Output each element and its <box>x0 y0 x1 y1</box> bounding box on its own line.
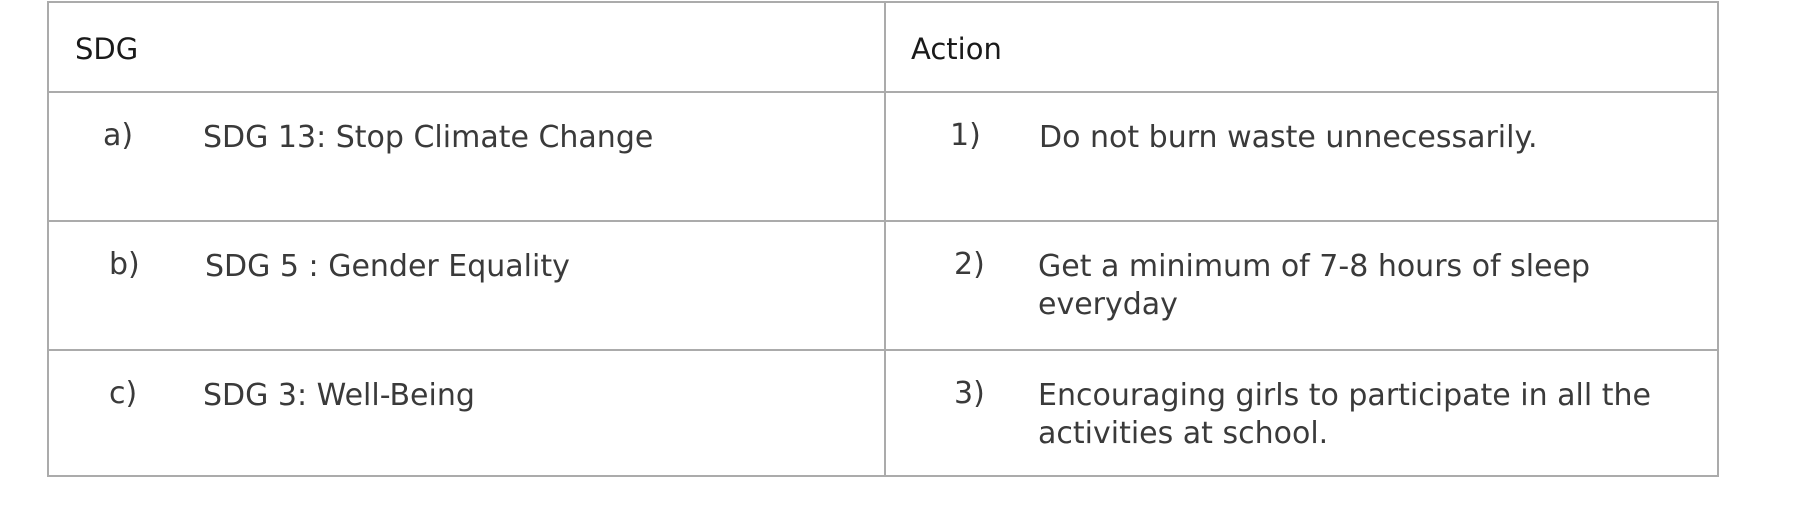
sdg-marker: a) <box>103 118 134 153</box>
header-sdg: SDG <box>75 32 139 66</box>
row-divider <box>49 220 1717 222</box>
row-divider <box>49 349 1717 351</box>
sdg-cell: SDG 13: Stop Climate Change <box>203 120 654 155</box>
sdg-action-table: SDG Action a) SDG 13: Stop Climate Chang… <box>47 1 1719 477</box>
sdg-marker: b) <box>109 247 140 282</box>
sdg-marker: c) <box>109 376 138 411</box>
action-marker: 2) <box>954 247 985 282</box>
action-marker: 3) <box>954 376 985 411</box>
column-divider <box>884 3 886 475</box>
sdg-cell: SDG 5 : Gender Equality <box>205 249 570 284</box>
sdg-cell: SDG 3: Well-Being <box>203 378 475 413</box>
action-cell: Get a minimum of 7-8 hours of sleep ever… <box>1038 249 1591 322</box>
action-cell: Encouraging girls to participate in all … <box>1038 378 1651 451</box>
action-cell: Do not burn waste unnecessarily. <box>1039 120 1538 155</box>
header-action: Action <box>911 32 1002 66</box>
row-divider <box>49 91 1717 93</box>
action-marker: 1) <box>950 118 981 153</box>
